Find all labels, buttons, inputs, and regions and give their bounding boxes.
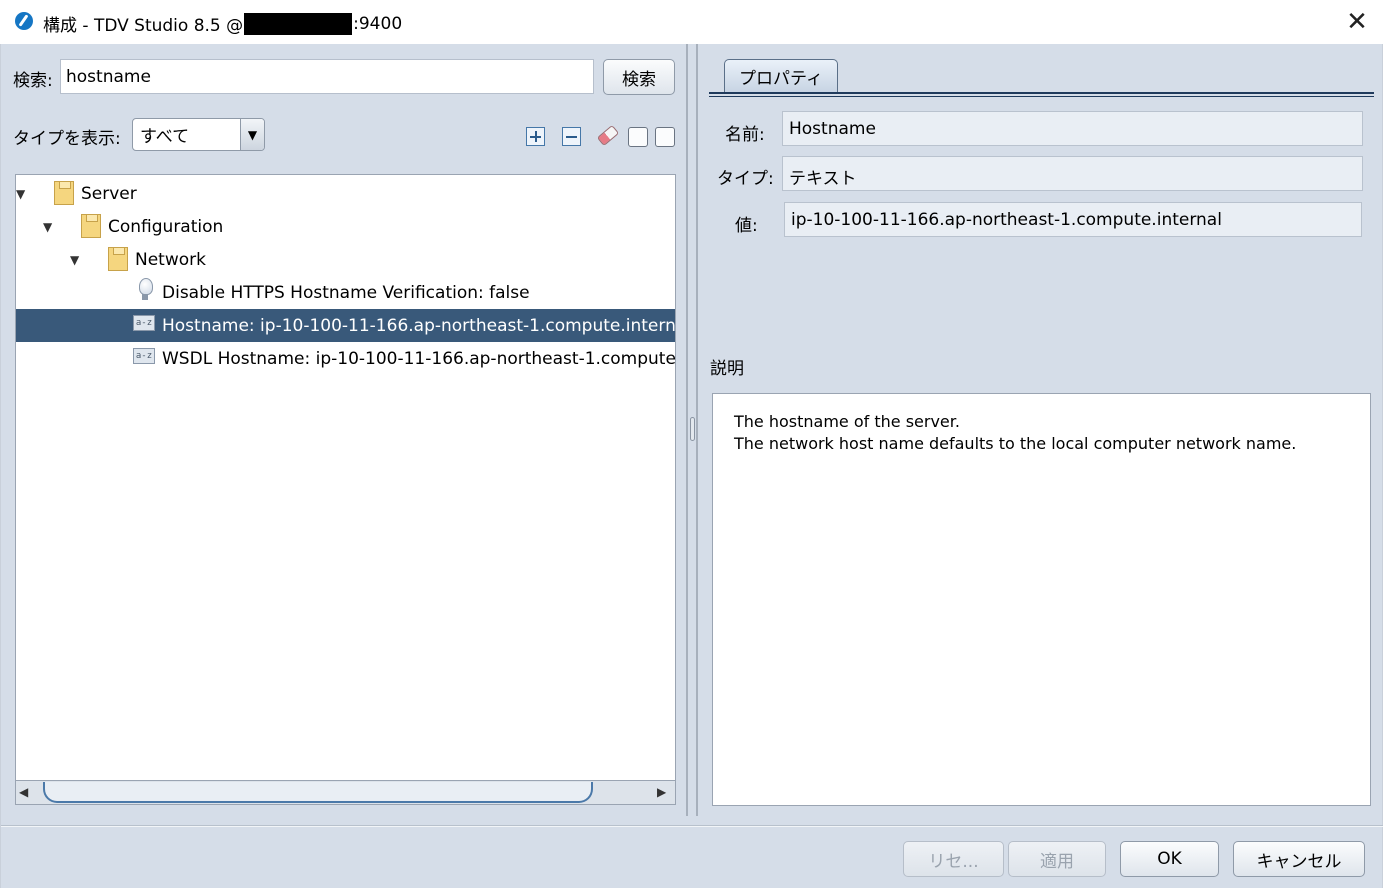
folder-icon <box>54 181 74 205</box>
search-input[interactable] <box>60 59 594 94</box>
name-field: Hostname <box>782 111 1363 146</box>
tree-node-label[interactable]: Server <box>81 184 137 204</box>
splitter-line <box>686 44 688 816</box>
redacted-host <box>244 12 353 35</box>
tree-node-wsdl-hostname[interactable]: a-z WSDL Hostname: ip-10-100-11-166.ap-n… <box>16 342 675 375</box>
type-filter-value: すべて <box>140 127 190 147</box>
tree-node-label[interactable]: WSDL Hostname: ip-10-100-11-166.ap-north… <box>162 349 675 369</box>
tree-node-hostname[interactable]: a-z Hostname: ip-10-100-11-166.ap-northe… <box>16 309 675 342</box>
apply-button[interactable]: 適用 <box>1008 841 1106 877</box>
panel-splitter[interactable] <box>686 44 698 816</box>
ok-button[interactable]: OK <box>1120 841 1219 877</box>
scroll-right-icon[interactable]: ▶ <box>657 785 666 799</box>
tree-node-label[interactable]: Configuration <box>108 217 223 237</box>
expand-all-icon[interactable] <box>526 127 545 146</box>
tab-underline <box>709 92 1374 97</box>
footer-divider <box>1 825 1383 827</box>
window-title-suffix: :9400 <box>353 13 403 34</box>
expand-toggle-icon[interactable]: ▼ <box>70 253 84 267</box>
collapse-all-icon[interactable] <box>562 127 581 146</box>
search-label: 検索: <box>13 71 53 91</box>
splitter-grip[interactable] <box>690 417 695 441</box>
search-button[interactable]: 検索 <box>603 59 675 95</box>
value-field: ip-10-100-11-166.ap-northeast-1.compute.… <box>784 202 1362 237</box>
text-type-icon: a-z <box>133 348 155 364</box>
expand-toggle-icon[interactable]: ▼ <box>16 187 30 201</box>
tab-properties[interactable]: プロパティ <box>724 59 838 93</box>
value-label: 値: <box>735 216 758 236</box>
description-line: The hostname of the server. <box>734 412 960 431</box>
lightbulb-icon <box>137 278 153 304</box>
type-filter-label: タイプを表示: <box>13 129 121 149</box>
cancel-button[interactable]: キャンセル <box>1233 841 1365 877</box>
title-bar: 構成 - TDV Studio 8.5 @ :9400 ✕ <box>0 0 1383 44</box>
tree-node-server[interactable]: ▼ Server <box>16 177 675 210</box>
description-line: The network host name defaults to the lo… <box>734 434 1297 453</box>
close-icon: ✕ <box>1346 7 1368 37</box>
splitter-line <box>696 44 698 816</box>
tdv-studio-icon <box>15 12 33 30</box>
type-field: テキスト <box>782 156 1363 191</box>
chevron-down-icon[interactable]: ▼ <box>240 119 264 150</box>
name-label: 名前: <box>725 125 765 145</box>
folder-icon <box>108 247 128 271</box>
configuration-dialog: 検索: 検索 タイプを表示: すべて ▼ ▼ Server ▼ Configur… <box>0 44 1383 888</box>
tree-node-configuration[interactable]: ▼ Configuration <box>16 210 675 243</box>
close-button[interactable]: ✕ <box>1340 6 1374 38</box>
window-title: 構成 - TDV Studio 8.5 @ :9400 <box>43 11 402 36</box>
window-title-prefix: 構成 - TDV Studio 8.5 @ <box>43 16 244 36</box>
type-filter-select[interactable]: すべて ▼ <box>132 118 265 151</box>
type-label: タイプ: <box>717 169 774 189</box>
folder-icon <box>81 214 101 238</box>
text-type-icon: a-z <box>133 315 155 331</box>
tree-node-label[interactable]: Hostname: ip-10-100-11-166.ap-northeast-… <box>162 316 675 336</box>
checkbox-icon[interactable] <box>655 127 675 147</box>
configuration-tree[interactable]: ▼ Server ▼ Configuration ▼ Network Disab… <box>15 174 676 805</box>
horizontal-scrollbar[interactable]: ◀ ▶ <box>15 780 676 805</box>
description-label: 説明 <box>710 359 744 379</box>
expand-toggle-icon[interactable]: ▼ <box>43 220 57 234</box>
scroll-left-icon[interactable]: ◀ <box>19 785 28 799</box>
tree-node-disable-https-verification[interactable]: Disable HTTPS Hostname Verification: fal… <box>16 276 675 309</box>
tree-node-label[interactable]: Disable HTTPS Hostname Verification: fal… <box>162 283 530 303</box>
reset-button[interactable]: リセ... <box>903 841 1004 877</box>
eraser-icon[interactable] <box>595 124 617 146</box>
scrollbar-thumb[interactable] <box>43 782 593 803</box>
description-box: The hostname of the server. The network … <box>712 393 1371 806</box>
tree-node-network[interactable]: ▼ Network <box>16 243 675 276</box>
checkbox-icon[interactable] <box>628 127 648 147</box>
tree-node-label[interactable]: Network <box>135 250 206 270</box>
